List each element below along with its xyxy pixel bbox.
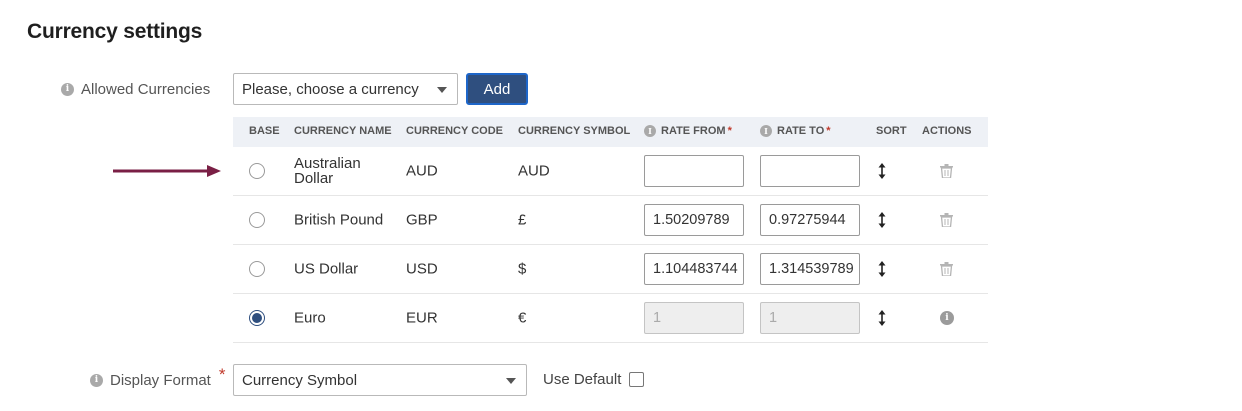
- required-mark: *: [826, 125, 831, 137]
- required-mark: *: [218, 365, 226, 384]
- allowed-currencies-label: Allowed Currencies: [81, 81, 211, 98]
- header-rate-from: i RATE FROM *: [644, 125, 732, 137]
- currencies-table: BASE CURRENCY NAME CURRENCY CODE CURRENC…: [233, 117, 988, 343]
- header-rate-from-label: RATE FROM: [661, 125, 726, 137]
- info-icon[interactable]: i: [644, 125, 656, 137]
- vertical-arrows-icon[interactable]: [877, 163, 887, 179]
- rate-to-input[interactable]: [760, 155, 860, 187]
- rate-to-input: 1: [760, 302, 860, 334]
- currency-name: British Pound: [294, 211, 384, 229]
- vertical-arrows-icon[interactable]: [877, 212, 887, 228]
- currency-symbol: £: [518, 211, 527, 229]
- header-rate-to-label: RATE TO: [777, 125, 825, 137]
- currency-name: US Dollar: [294, 260, 359, 278]
- trash-icon[interactable]: [940, 262, 953, 276]
- rate-from-input[interactable]: 1.104483744: [644, 253, 744, 285]
- rate-to-input[interactable]: 0.97275944: [760, 204, 860, 236]
- rate-from-input[interactable]: [644, 155, 744, 187]
- header-rate-to: i RATE TO *: [760, 125, 831, 137]
- use-default-group: Use Default: [543, 371, 645, 388]
- rate-from-input[interactable]: 1.50209789: [644, 204, 744, 236]
- display-format-value: Currency Symbol: [242, 371, 358, 389]
- vertical-arrows-icon[interactable]: [877, 310, 887, 326]
- table-row: British Pound GBP £ 1.50209789 0.9727594…: [233, 196, 988, 245]
- header-currency-symbol: CURRENCY SYMBOL: [518, 125, 631, 137]
- currency-code: AUD: [406, 162, 438, 180]
- header-currency-name: CURRENCY NAME: [294, 125, 392, 137]
- header-sort: SORT: [876, 125, 907, 137]
- display-format-label: Display Format: [110, 371, 211, 389]
- trash-icon[interactable]: [940, 164, 953, 178]
- chevron-down-icon: [506, 378, 516, 384]
- currency-code: USD: [406, 260, 438, 278]
- currency-code: EUR: [406, 309, 438, 327]
- header-actions: ACTIONS: [922, 125, 972, 137]
- trash-icon[interactable]: [940, 213, 953, 227]
- base-radio[interactable]: [249, 163, 265, 179]
- header-base: BASE: [249, 125, 280, 137]
- display-format-label-group: i Display Format *: [90, 365, 225, 390]
- rate-from-input: 1: [644, 302, 744, 334]
- display-format-select[interactable]: Currency Symbol: [233, 364, 527, 396]
- vertical-arrows-icon[interactable]: [877, 261, 887, 277]
- currency-symbol: $: [518, 260, 527, 278]
- allowed-currencies-label-group: i Allowed Currencies: [61, 81, 210, 98]
- currency-select-value: Please, choose a currency: [242, 80, 419, 98]
- base-radio[interactable]: [249, 212, 265, 228]
- add-currency-button[interactable]: Add: [466, 73, 528, 105]
- currency-name: Euro: [294, 309, 326, 327]
- base-radio[interactable]: [249, 310, 265, 326]
- currency-select[interactable]: Please, choose a currency: [233, 73, 458, 105]
- table-row: Australian Dollar AUD AUD: [233, 147, 988, 196]
- table-row: US Dollar USD $ 1.104483744 1.314539789: [233, 245, 988, 294]
- info-icon[interactable]: i: [61, 83, 74, 96]
- info-icon[interactable]: i: [940, 311, 954, 325]
- rate-to-input[interactable]: 1.314539789: [760, 253, 860, 285]
- use-default-label: Use Default: [543, 371, 622, 388]
- right-arrow-icon: [113, 165, 221, 177]
- page-title: Currency settings: [27, 20, 203, 43]
- chevron-down-icon: [437, 87, 447, 93]
- required-mark: *: [727, 125, 732, 137]
- base-radio[interactable]: [249, 261, 265, 277]
- currency-symbol: AUD: [518, 162, 550, 180]
- header-currency-code: CURRENCY CODE: [406, 125, 503, 137]
- info-icon[interactable]: i: [90, 373, 103, 387]
- currency-symbol: €: [518, 309, 527, 327]
- info-icon[interactable]: i: [760, 125, 772, 137]
- use-default-checkbox[interactable]: [629, 372, 645, 387]
- currency-code: GBP: [406, 211, 438, 229]
- currency-name: Australian Dollar: [294, 155, 361, 187]
- table-header: BASE CURRENCY NAME CURRENCY CODE CURRENC…: [233, 117, 988, 147]
- table-row: Euro EUR € 1 1 i: [233, 294, 988, 343]
